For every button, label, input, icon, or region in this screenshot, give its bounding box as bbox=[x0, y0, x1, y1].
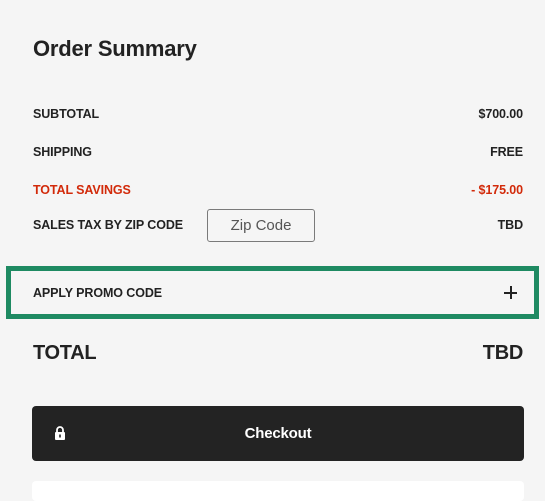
shipping-row: SHIPPING FREE bbox=[33, 142, 523, 162]
checkout-label: Checkout bbox=[244, 425, 312, 442]
sales-tax-row: SALES TAX BY ZIP CODE TBD bbox=[33, 207, 523, 243]
sales-tax-value: TBD bbox=[497, 218, 523, 232]
sales-tax-left: SALES TAX BY ZIP CODE bbox=[33, 208, 316, 242]
zip-code-input[interactable] bbox=[207, 208, 316, 242]
total-value: TBD bbox=[482, 341, 524, 364]
subtotal-row: SUBTOTAL $700.00 bbox=[33, 104, 523, 124]
plus-icon[interactable] bbox=[504, 286, 517, 299]
total-label: TOTAL bbox=[33, 341, 97, 364]
subtotal-value: $700.00 bbox=[478, 107, 524, 121]
savings-row: TOTAL SAVINGS - $175.00 bbox=[33, 180, 523, 200]
total-row: TOTAL TBD bbox=[33, 338, 523, 368]
lock-icon bbox=[55, 426, 65, 440]
page-title: Order Summary bbox=[33, 36, 197, 61]
promo-code-label: APPLY PROMO CODE bbox=[33, 285, 162, 300]
savings-value: - $175.00 bbox=[471, 183, 523, 197]
checkout-button[interactable]: Checkout bbox=[32, 406, 524, 461]
savings-label: TOTAL SAVINGS bbox=[33, 183, 131, 197]
shipping-label: SHIPPING bbox=[33, 145, 92, 159]
shipping-value: FREE bbox=[490, 145, 523, 159]
next-section-card bbox=[32, 481, 524, 501]
subtotal-label: SUBTOTAL bbox=[33, 107, 100, 121]
sales-tax-label: SALES TAX BY ZIP CODE bbox=[33, 218, 184, 232]
apply-promo-code-toggle[interactable]: APPLY PROMO CODE bbox=[6, 266, 539, 319]
